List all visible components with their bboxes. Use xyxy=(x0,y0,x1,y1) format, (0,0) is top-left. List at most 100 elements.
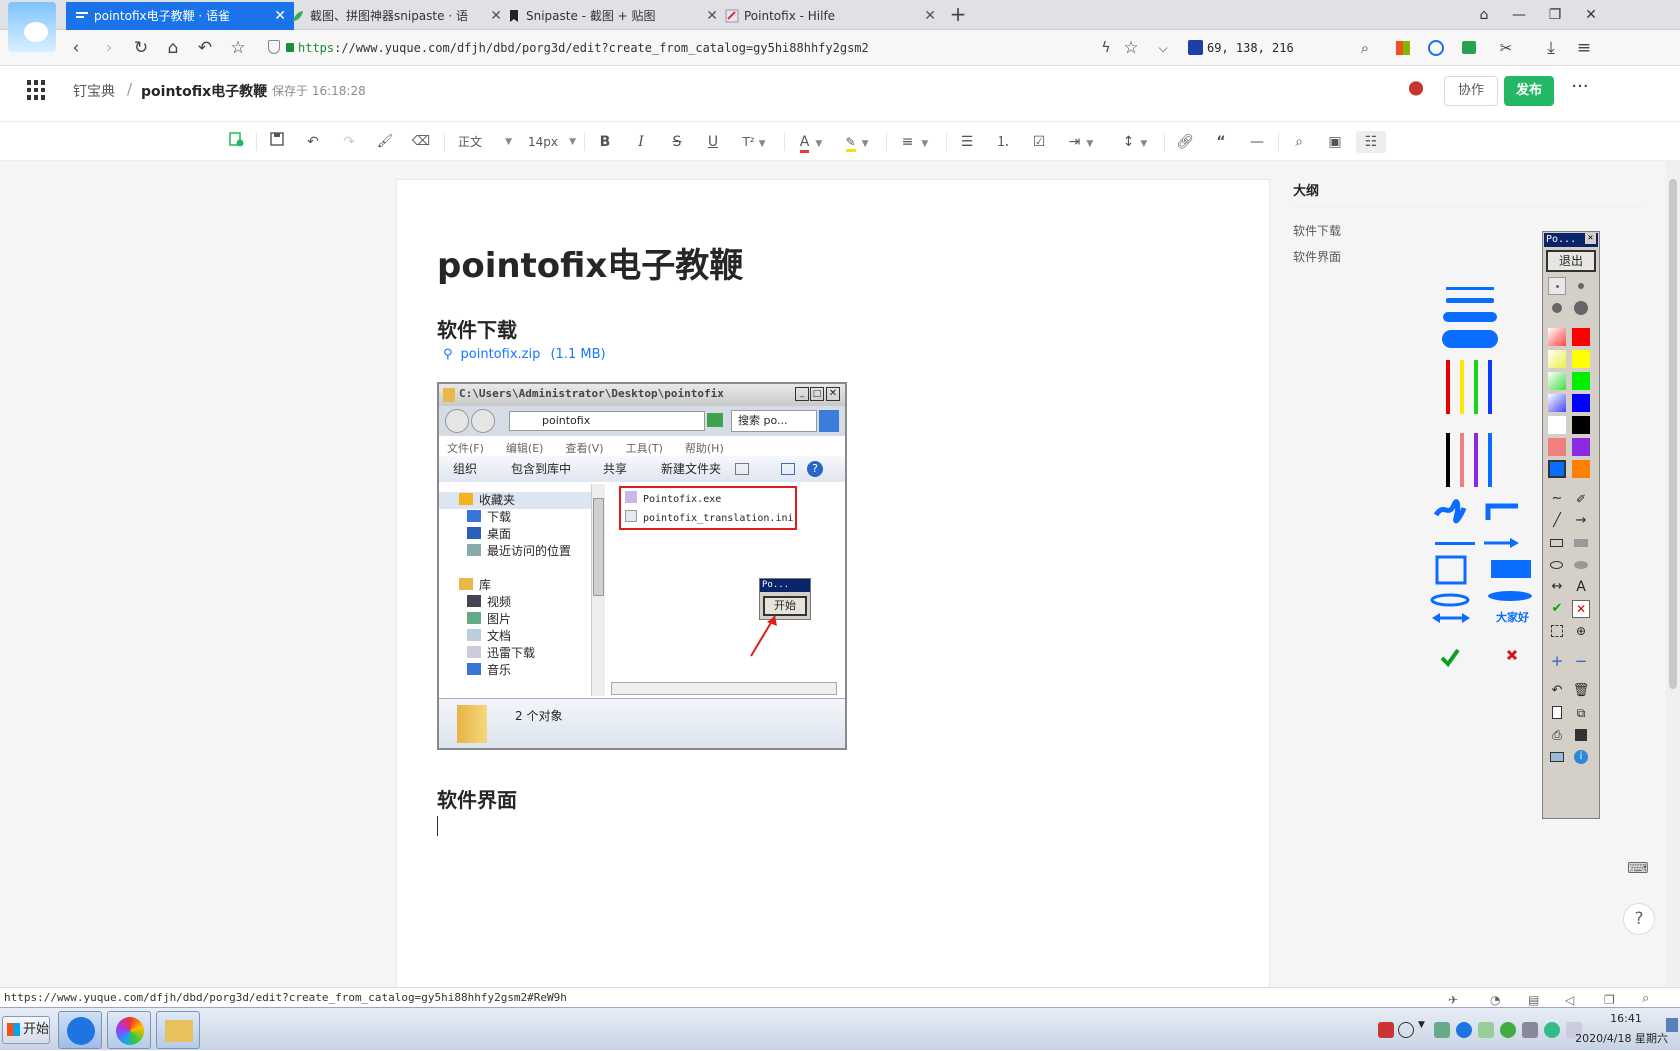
apps-grid-icon[interactable] xyxy=(1396,41,1410,55)
divider-icon[interactable]: — xyxy=(1246,131,1268,153)
pen-size-large[interactable] xyxy=(1572,299,1590,317)
color-red[interactable] xyxy=(1572,328,1590,346)
tray-expand-icon[interactable]: ▼ xyxy=(1418,1020,1425,1030)
home-icon[interactable]: ⌂ xyxy=(162,37,184,59)
download-icon[interactable]: ⤓ xyxy=(1540,37,1562,59)
taskbar-app-chrome-like[interactable] xyxy=(107,1011,151,1049)
zoom-icon[interactable]: ⊕ xyxy=(1572,622,1590,640)
color-orange[interactable] xyxy=(1572,460,1590,478)
page-scrollbar[interactable] xyxy=(1666,161,1680,987)
copy-icon[interactable]: ⧉ xyxy=(1572,704,1590,722)
restore-button[interactable]: ❐ xyxy=(1538,0,1572,30)
pin-icon[interactable]: ⌂ xyxy=(1467,0,1501,30)
doc-name[interactable]: pointofix电子教鞭 xyxy=(141,81,267,101)
tray-usb-icon[interactable] xyxy=(1522,1022,1538,1038)
tray-update-icon[interactable] xyxy=(1500,1022,1516,1038)
tray-close-icon[interactable] xyxy=(1398,1022,1414,1038)
quote-icon[interactable]: “ xyxy=(1210,131,1232,153)
task-list-icon[interactable]: ☑ xyxy=(1028,131,1050,153)
paragraph-style-select[interactable]: 正文 ▼ xyxy=(458,131,516,153)
start-button[interactable]: 开始 xyxy=(2,1016,50,1044)
undo-close-icon[interactable]: ↶ xyxy=(194,37,216,59)
apps-menu-icon[interactable] xyxy=(27,80,47,100)
cross-icon[interactable]: ✕ xyxy=(1572,600,1590,618)
double-arrow-icon[interactable]: ↔ xyxy=(1548,578,1566,596)
avatar[interactable] xyxy=(1404,80,1428,104)
input-method-icon[interactable] xyxy=(1378,1022,1394,1038)
clear-format-icon[interactable]: ⌫ xyxy=(410,131,432,153)
pen-size-medium[interactable] xyxy=(1548,299,1566,317)
translate-icon[interactable] xyxy=(1428,40,1444,56)
collaborate-button[interactable]: 协作 xyxy=(1444,76,1498,106)
indent-icon[interactable]: ⇥ ▼ xyxy=(1064,131,1098,153)
line-height-icon[interactable]: ↕ ▼ xyxy=(1118,131,1152,153)
pen-size-tiny[interactable] xyxy=(1548,277,1566,295)
section-heading-interface[interactable]: 软件界面 xyxy=(437,784,517,813)
color-pink[interactable] xyxy=(1548,438,1566,456)
taskbar-app-browser[interactable] xyxy=(58,1011,102,1049)
scissors-icon[interactable]: ✂ xyxy=(1495,37,1517,59)
show-desktop-icon[interactable] xyxy=(1666,1018,1678,1032)
undo-stroke-icon[interactable]: ↶ xyxy=(1548,682,1566,700)
address-bar[interactable]: https://www.yuque.com/dfjh/dbd/porg3d/ed… xyxy=(286,36,1106,60)
favorite-star-icon[interactable]: ☆ xyxy=(227,37,249,59)
close-tab-icon[interactable]: ✕ xyxy=(924,2,936,30)
redo-icon[interactable]: ↷ xyxy=(338,131,360,153)
freehand-icon[interactable]: ∼ xyxy=(1548,490,1566,508)
line-icon[interactable]: ╱ xyxy=(1548,512,1566,530)
bold-icon[interactable]: B xyxy=(594,131,616,153)
superscript-icon[interactable]: T² ▼ xyxy=(738,131,770,153)
keyboard-shortcuts-icon[interactable]: ⌨ xyxy=(1625,855,1651,881)
link-icon[interactable]: 🔗︎ xyxy=(1174,131,1196,153)
plus-icon[interactable]: + xyxy=(1548,652,1566,670)
outline-item[interactable]: 软件界面 xyxy=(1293,248,1341,265)
more-options-button[interactable]: ··· xyxy=(1566,76,1594,104)
bullet-list-icon[interactable]: ☰ xyxy=(956,131,978,153)
pen-size-small[interactable] xyxy=(1572,277,1590,295)
pointofix-toolbar[interactable]: Po... ✕ 退出 ∼ ✐ ╱ → ↔ A ✔ ✕ ⊕ + − ↶ 🗑︎ ⧉ ⎙… xyxy=(1542,231,1600,819)
taskbar-app-explorer[interactable] xyxy=(156,1011,200,1049)
color-black[interactable] xyxy=(1572,416,1590,434)
screen-freeze-icon[interactable] xyxy=(1548,748,1566,766)
ellipse-icon[interactable] xyxy=(1548,556,1566,574)
color-purple[interactable] xyxy=(1572,438,1590,456)
reload-icon[interactable]: ↻ xyxy=(130,37,152,59)
tray-bird-icon[interactable] xyxy=(1456,1022,1472,1038)
highlight-color-icon[interactable]: ✎ ▼ xyxy=(840,131,874,153)
strikethrough-icon[interactable]: S xyxy=(666,131,688,153)
print-icon[interactable]: ⎙ xyxy=(1548,726,1566,744)
text-tool-icon[interactable]: A xyxy=(1572,578,1590,596)
chevron-down-icon[interactable]: ⌵ xyxy=(1152,37,1174,59)
tray-security-icon[interactable] xyxy=(1478,1022,1494,1038)
lightning-icon[interactable]: ϟ xyxy=(1095,37,1117,59)
document-page[interactable]: pointofix电子教鞭 软件下载 ⚲ pointofix.zip (1.1 M… xyxy=(396,179,1270,999)
selection-icon[interactable] xyxy=(1548,622,1566,640)
color-light-blue[interactable] xyxy=(1548,394,1566,412)
minimize-button[interactable]: — xyxy=(1502,0,1536,30)
section-heading-download[interactable]: 软件下载 xyxy=(437,314,517,343)
tab-yuque[interactable]: pointofix电子教鞭 · 语雀 ✕ xyxy=(66,2,294,30)
color-yellow[interactable] xyxy=(1572,350,1590,368)
minus-icon[interactable]: − xyxy=(1572,652,1590,670)
new-doc-icon[interactable] xyxy=(225,131,247,153)
tray-app-icon[interactable] xyxy=(1434,1022,1450,1038)
browser-logo[interactable] xyxy=(8,2,56,52)
image-settings-icon[interactable]: ▣ xyxy=(1324,131,1346,153)
trash-icon[interactable]: 🗑︎ xyxy=(1572,682,1590,700)
color-green[interactable] xyxy=(1572,372,1590,390)
font-color-icon[interactable]: A ▼ xyxy=(794,131,828,153)
filled-rectangle-icon[interactable] xyxy=(1572,534,1590,552)
align-icon[interactable]: ≡ ▼ xyxy=(896,131,934,153)
menu-icon[interactable]: ≡ xyxy=(1573,37,1595,59)
search-icon[interactable]: ⌕ xyxy=(1354,37,1376,59)
ordered-list-icon[interactable]: ⒈ xyxy=(992,131,1014,153)
back-icon[interactable]: ‹ xyxy=(65,37,87,59)
clock-date[interactable]: 2020/4/18 星期六 xyxy=(1558,1030,1668,1046)
italic-icon[interactable]: I xyxy=(630,131,652,153)
clock-time[interactable]: 16:41 xyxy=(1596,1012,1656,1025)
outline-item[interactable]: 软件下载 xyxy=(1293,222,1341,239)
breadcrumb-book[interactable]: 钉宝典 xyxy=(73,81,115,101)
bookmark-star-icon[interactable]: ☆ xyxy=(1120,37,1142,59)
new-tab-button[interactable]: + xyxy=(945,2,971,28)
save-icon[interactable] xyxy=(266,131,288,153)
